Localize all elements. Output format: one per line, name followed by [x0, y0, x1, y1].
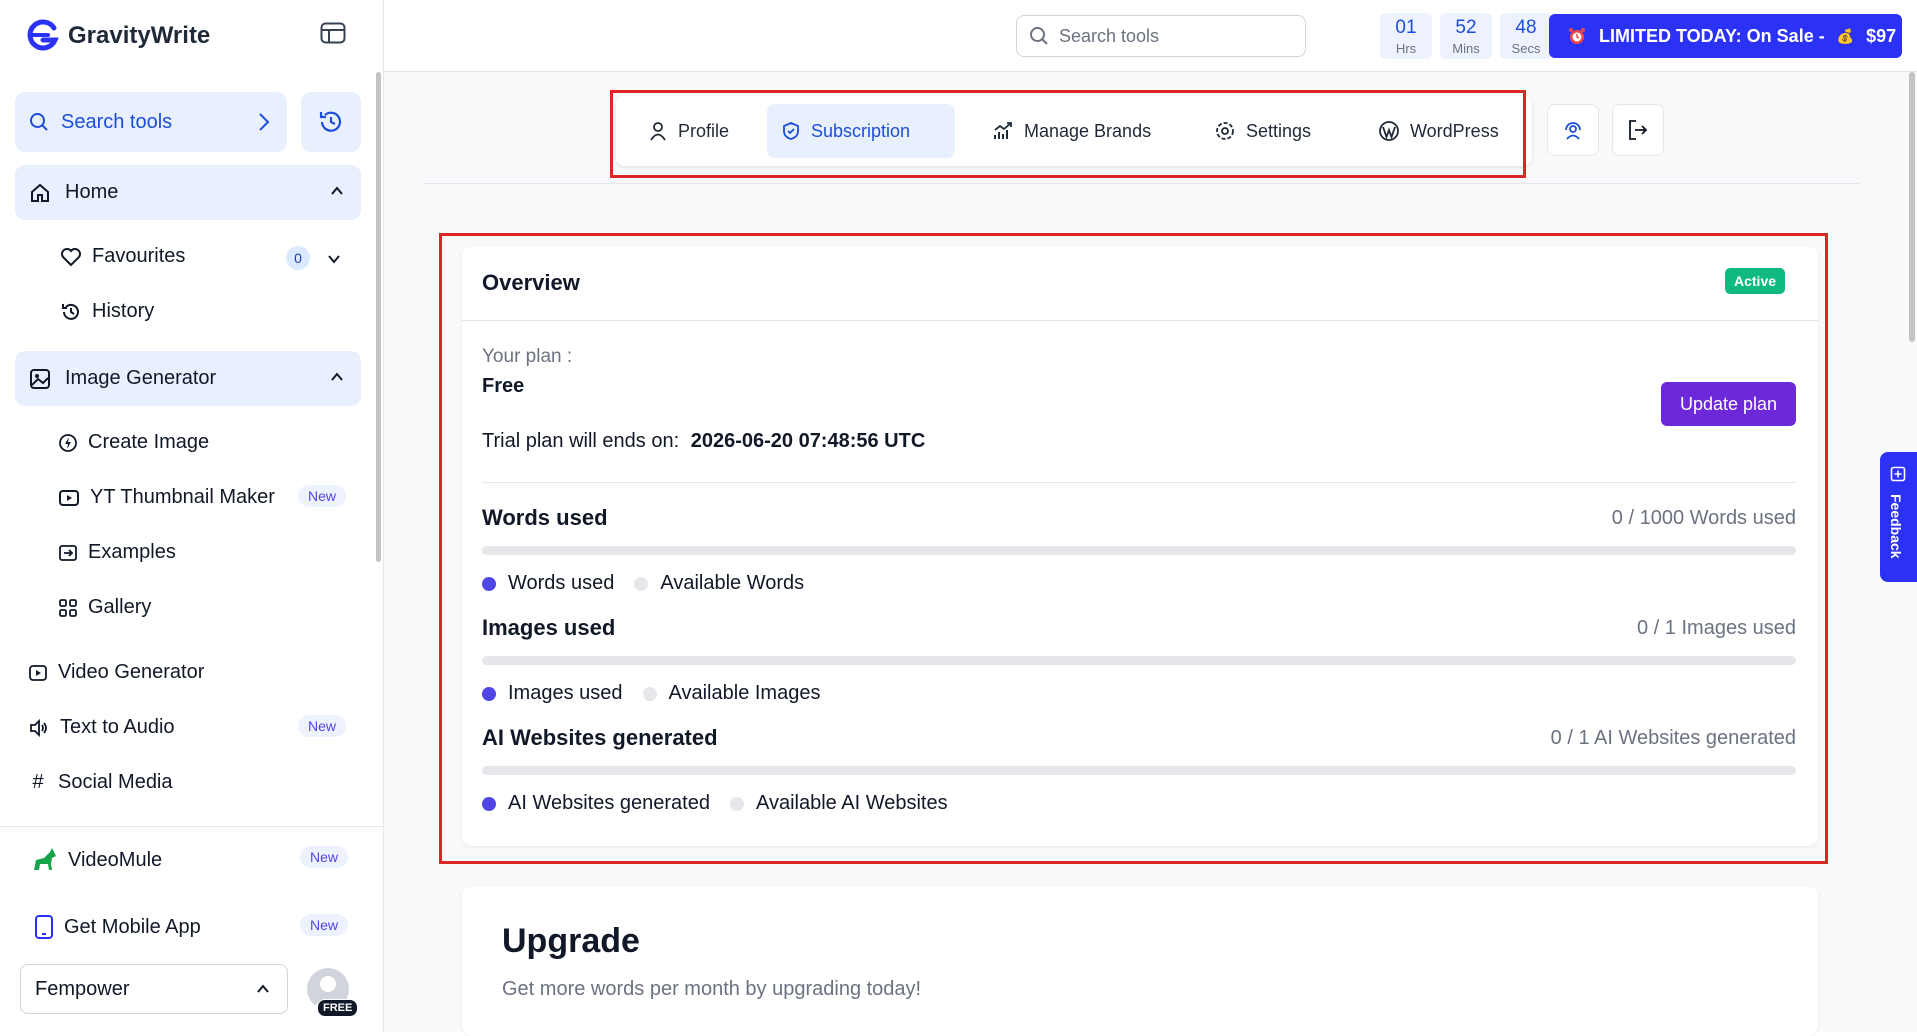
image-icon — [29, 368, 51, 390]
sidebar-examples-label: Examples — [88, 541, 176, 563]
sidebar-gallery-label: Gallery — [88, 596, 152, 618]
sidebar-item-create-image[interactable]: Create Image — [58, 431, 209, 454]
plan-tag: FREE — [317, 999, 359, 1017]
favourites-count-badge: 0 — [286, 246, 310, 270]
highlight-frame-overview — [439, 233, 1828, 864]
app-name: GravityWrite — [68, 22, 211, 49]
chevron-down-icon[interactable] — [326, 251, 342, 267]
feedback-icon — [1890, 466, 1906, 482]
sidebar-item-video-generator[interactable]: Video Generator — [28, 661, 204, 684]
support-agent-icon — [1561, 118, 1585, 142]
videomule-mule-icon — [30, 846, 58, 874]
sidebar-item-gallery[interactable]: Gallery — [58, 596, 151, 619]
recent-history-button[interactable] — [301, 92, 361, 152]
speaker-icon — [28, 718, 50, 738]
chevron-up-icon — [329, 369, 345, 385]
sidebar-toggle-icon[interactable] — [320, 22, 346, 44]
sidebar-yt-thumbnail-label: YT Thumbnail Maker — [90, 486, 275, 508]
sidebar-item-mobile-app[interactable]: Get Mobile App — [34, 914, 201, 940]
sidebar-history-label: History — [92, 300, 155, 322]
sidebar-mobile-app-label: Get Mobile App — [64, 915, 201, 938]
sidebar-video-generator-label: Video Generator — [58, 661, 205, 683]
timer-hours: 01 Hrs — [1380, 13, 1432, 59]
timer-hours-value: 01 — [1395, 17, 1417, 38]
workspace-name: Fempower — [35, 977, 130, 1000]
sidebar: GravityWrite Search tools Home Favourite… — [0, 0, 384, 1032]
bolt-circle-icon — [58, 433, 78, 453]
app-logo[interactable]: GravityWrite — [24, 18, 210, 54]
sidebar-group-home[interactable]: Home — [15, 165, 361, 220]
mobile-phone-icon — [34, 914, 54, 940]
money-bag-icon: 💰 — [1836, 27, 1855, 44]
timer-minutes: 52 Mins — [1440, 13, 1492, 59]
upgrade-card — [462, 886, 1818, 1036]
timer-seconds-value: 48 — [1515, 17, 1537, 38]
support-button[interactable] — [1547, 104, 1599, 156]
timer-seconds-label: Secs — [1511, 41, 1541, 56]
sidebar-item-favourites[interactable]: Favourites — [60, 245, 185, 268]
sidebar-text-to-audio-label: Text to Audio — [60, 716, 175, 738]
sidebar-divider — [0, 826, 384, 827]
sale-price: $97 — [1866, 25, 1897, 46]
sidebar-search-button[interactable]: Search tools — [15, 92, 287, 152]
upgrade-subtitle: Get more words per month by upgrading to… — [502, 978, 922, 1000]
youtube-icon — [58, 488, 80, 508]
chevron-right-icon — [257, 110, 271, 134]
sidebar-item-text-to-audio[interactable]: Text to Audio — [28, 716, 175, 739]
timer-minutes-label: Mins — [1452, 41, 1480, 56]
video-icon — [28, 663, 48, 683]
search-icon — [1029, 26, 1049, 46]
heart-icon — [60, 247, 82, 267]
top-search-placeholder: Search tools — [1059, 25, 1160, 46]
upgrade-title: Upgrade — [502, 922, 640, 960]
history-icon — [317, 108, 345, 136]
sidebar-image-generator-label: Image Generator — [65, 367, 217, 389]
highlight-frame-tabs — [610, 90, 1526, 178]
new-badge: New — [300, 846, 349, 868]
sidebar-item-examples[interactable]: Examples — [58, 541, 176, 564]
limited-sale-button[interactable]: LIMITED TODAY: On Sale - 💰 $97 — [1549, 14, 1902, 58]
workspace-select[interactable]: Fempower — [20, 964, 288, 1014]
sidebar-item-yt-thumbnail[interactable]: YT Thumbnail Maker — [58, 486, 275, 509]
logout-button[interactable] — [1612, 104, 1664, 156]
sidebar-scrollbar[interactable] — [376, 72, 381, 562]
gravitywrite-logo-icon — [24, 18, 60, 54]
examples-icon — [58, 543, 78, 563]
sale-text: LIMITED TODAY: On Sale - — [1599, 25, 1825, 46]
new-badge: New — [298, 715, 347, 737]
sidebar-create-image-label: Create Image — [88, 431, 210, 453]
sidebar-item-history[interactable]: History — [60, 300, 154, 323]
search-icon — [29, 112, 49, 132]
hashtag-icon: # — [32, 771, 44, 793]
sidebar-search-label: Search tools — [61, 110, 173, 133]
main-scrollbar[interactable] — [1909, 72, 1915, 342]
gallery-grid-icon — [58, 598, 78, 618]
logout-icon — [1626, 118, 1650, 142]
top-search-input[interactable]: Search tools — [1016, 15, 1306, 57]
timer-hours-label: Hrs — [1395, 41, 1417, 56]
new-badge: New — [300, 914, 349, 936]
home-icon — [29, 182, 51, 204]
alarm-clock-icon — [1567, 26, 1587, 46]
new-badge: New — [298, 485, 347, 507]
sidebar-item-videomule[interactable]: VideoMule — [30, 846, 162, 874]
timer-minutes-value: 52 — [1455, 17, 1477, 38]
sidebar-item-social-media[interactable]: # Social Media — [28, 771, 173, 794]
sidebar-social-media-label: Social Media — [58, 771, 173, 793]
feedback-label: Feedback — [1888, 494, 1904, 559]
sidebar-home-label: Home — [65, 181, 119, 203]
section-divider — [424, 183, 1860, 184]
sidebar-favourites-label: Favourites — [92, 245, 186, 267]
top-bar: Search tools 01 Hrs 52 Mins 48 Secs LIMI… — [384, 0, 1917, 72]
timer-seconds: 48 Secs — [1500, 13, 1552, 59]
chevron-up-icon — [255, 981, 271, 997]
sidebar-videomule-label: VideoMule — [68, 848, 163, 871]
sidebar-group-image-generator[interactable]: Image Generator — [15, 351, 361, 406]
history-icon — [60, 301, 82, 323]
feedback-tab[interactable]: Feedback — [1880, 452, 1917, 582]
chevron-up-icon — [329, 183, 345, 199]
